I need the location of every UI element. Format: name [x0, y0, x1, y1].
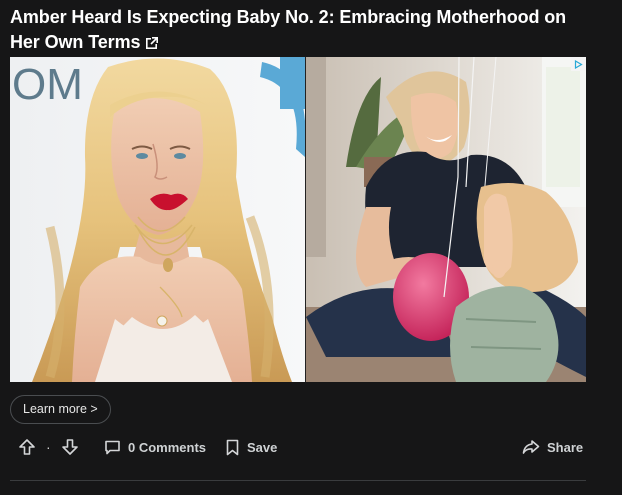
promoted-post: Amber Heard Is Expecting Baby No. 2: Emb…: [0, 0, 622, 495]
post-title[interactable]: Amber Heard Is Expecting Baby No. 2: Emb…: [10, 5, 600, 55]
share-button[interactable]: Share: [522, 439, 583, 455]
ad-choices-icon[interactable]: [571, 57, 586, 71]
portrait-photo: OM: [10, 57, 305, 382]
arrow-up-icon[interactable]: [18, 438, 36, 456]
arrow-down-icon[interactable]: [61, 438, 79, 456]
svg-text:OM: OM: [12, 60, 83, 109]
post-actions-bar: · 0 Comments Save Share: [10, 434, 586, 464]
comments-label: 0 Comments: [128, 440, 207, 455]
save-button[interactable]: Save: [225, 439, 277, 456]
mother-and-baby-photo: [306, 57, 586, 382]
save-label: Save: [247, 440, 278, 455]
vote-separator: ·: [46, 439, 51, 455]
share-label: Share: [547, 439, 584, 455]
bookmark-icon: [226, 439, 239, 456]
post-divider: [10, 480, 586, 481]
post-media[interactable]: OM: [10, 57, 586, 382]
vote-controls: ·: [18, 438, 79, 456]
share-arrow-icon: [522, 440, 540, 454]
post-title-text[interactable]: Amber Heard Is Expecting Baby No. 2: Emb…: [10, 7, 566, 52]
learn-more-button[interactable]: Learn more >: [10, 395, 111, 424]
external-link-icon: [146, 37, 159, 49]
comment-icon: [105, 440, 120, 455]
comments-button[interactable]: 0 Comments: [104, 439, 206, 456]
